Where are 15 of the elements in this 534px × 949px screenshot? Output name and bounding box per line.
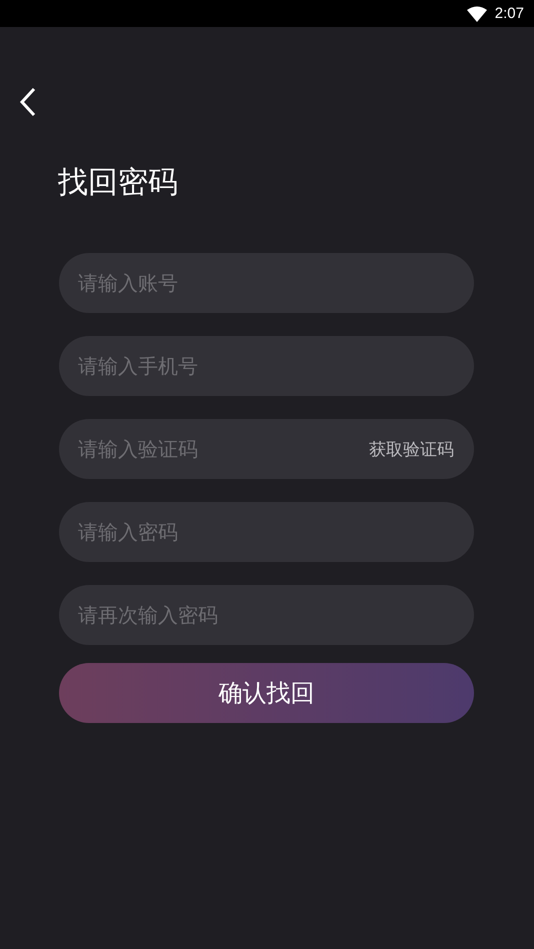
text-input[interactable]: 请再次输入密码 bbox=[78, 603, 454, 627]
input-field[interactable]: 请输入密码 bbox=[59, 502, 474, 562]
status-time: 2:07 bbox=[494, 5, 524, 22]
text-input[interactable]: 请输入密码 bbox=[78, 520, 454, 544]
text-input[interactable]: 请输入手机号 bbox=[78, 354, 454, 378]
page-title: 找回密码 bbox=[58, 164, 179, 202]
wifi-icon bbox=[466, 6, 487, 22]
submit-button[interactable]: 确认找回 bbox=[59, 663, 474, 723]
text-input[interactable]: 请输入账号 bbox=[78, 271, 454, 295]
input-field[interactable]: 请再次输入密码 bbox=[59, 585, 474, 645]
get-code-button[interactable]: 获取验证码 bbox=[369, 438, 454, 460]
input-field[interactable]: 请输入验证码 获取验证码 bbox=[59, 419, 474, 479]
text-input[interactable]: 请输入验证码 bbox=[78, 437, 369, 461]
input-field[interactable]: 请输入手机号 bbox=[59, 336, 474, 396]
input-field[interactable]: 请输入账号 bbox=[59, 253, 474, 313]
